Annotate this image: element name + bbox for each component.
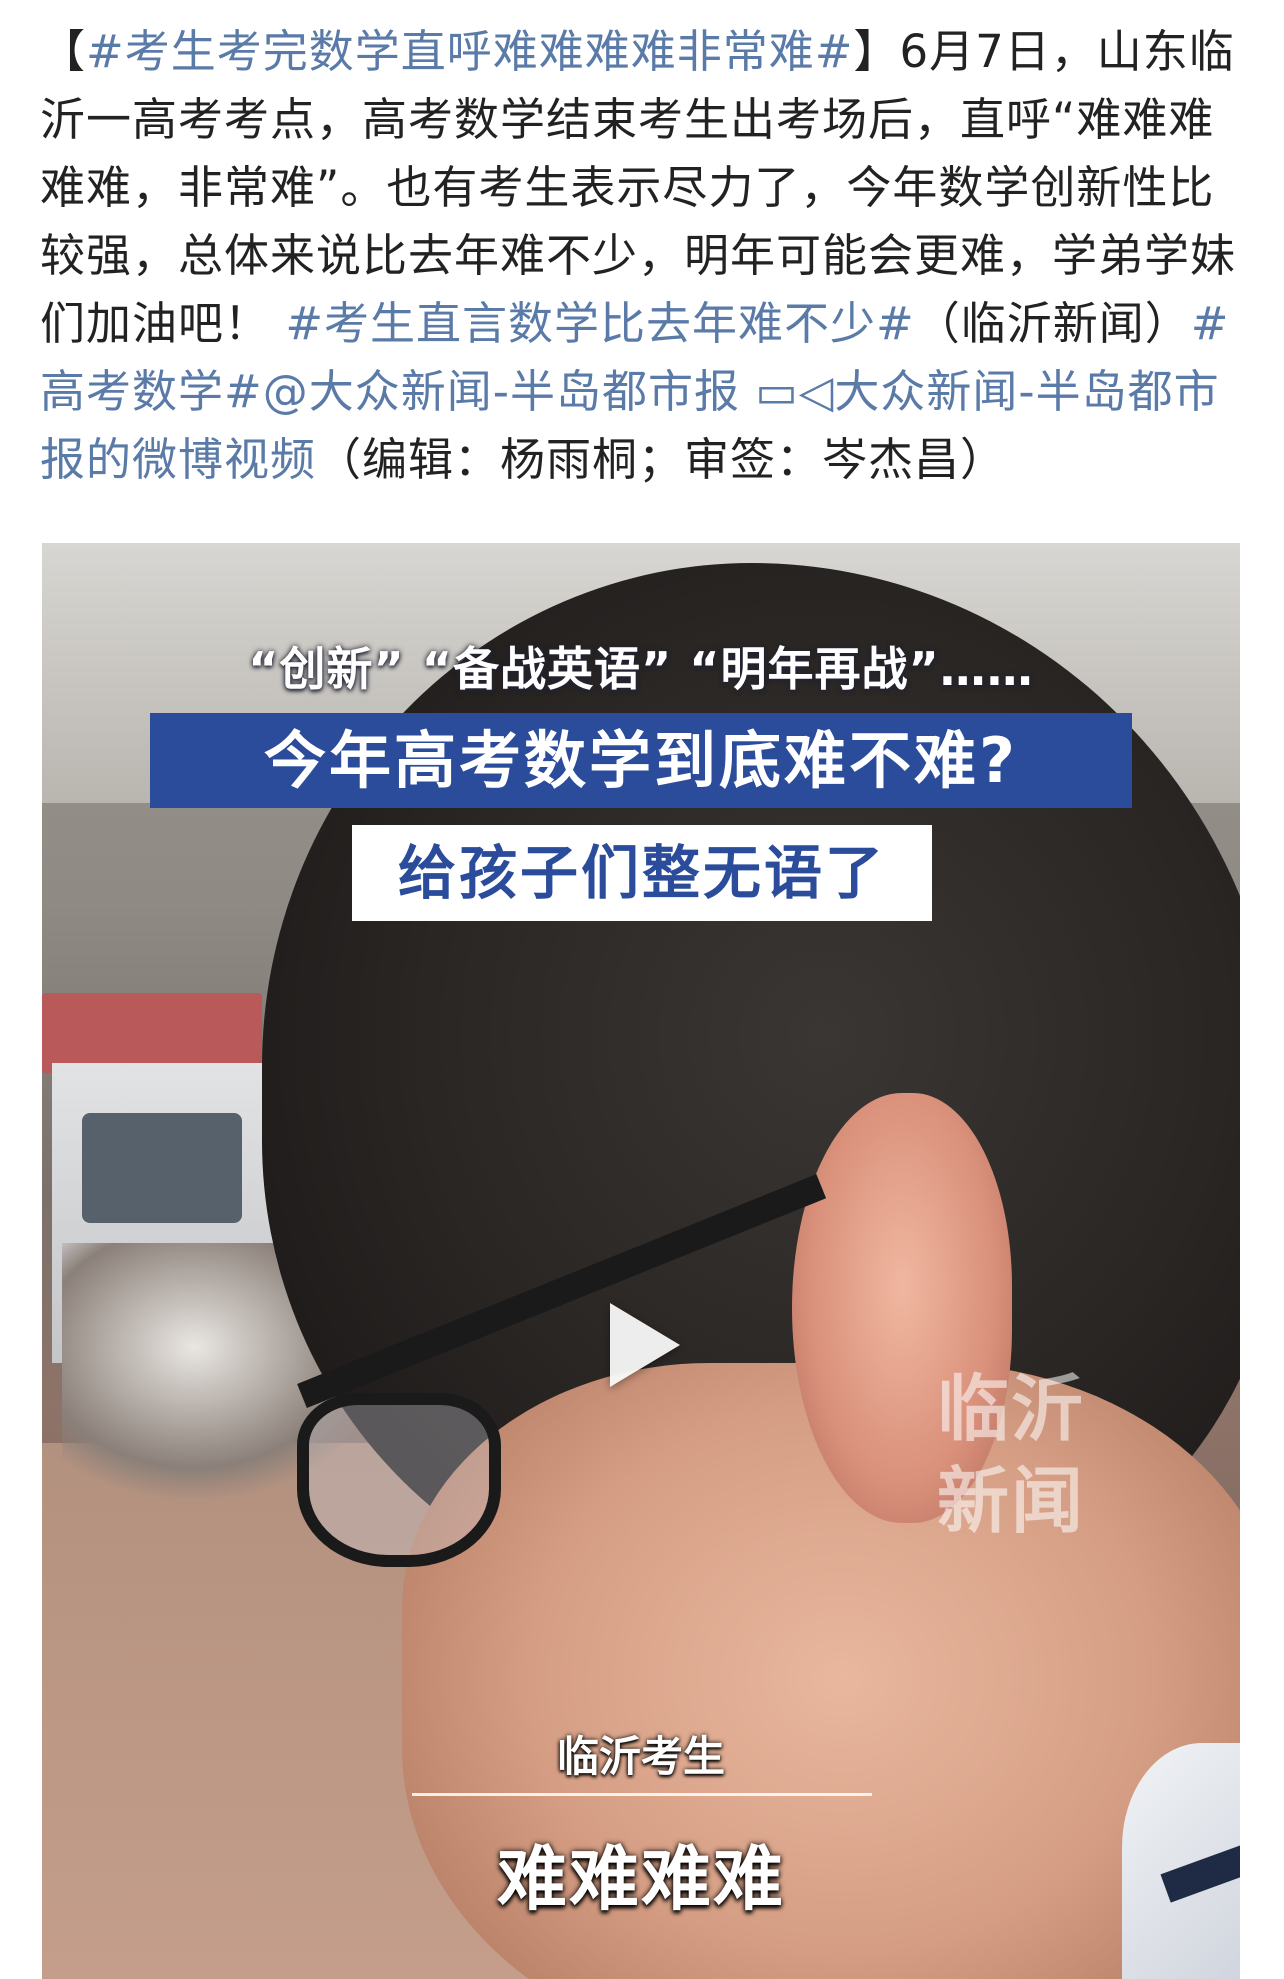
background-awning xyxy=(42,993,262,1073)
video-watermark: 临沂新闻 xyxy=(937,1367,1086,1543)
hashtag-title[interactable]: #考生考完数学直呼难难难难非常难# xyxy=(86,25,853,78)
hashtag-difficulty[interactable]: #考生直言数学比去年难不少# xyxy=(285,297,914,350)
background-truck-window xyxy=(82,1113,242,1223)
source-text: （临沂新闻） xyxy=(914,297,1191,350)
bracket-open: 【 xyxy=(40,25,87,78)
post-text: 【#考生考完数学直呼难难难难非常难#】6月7日，山东临沂一高考考点，高考数学结束… xyxy=(40,18,1250,494)
video-sub-headline: 给孩子们整无语了 xyxy=(352,825,932,921)
editor-note: （编辑：杨雨桐；审签：岑杰昌） xyxy=(316,433,1007,486)
caption-divider xyxy=(412,1793,872,1796)
video-camera-icon[interactable]: ▭◁ xyxy=(755,365,834,418)
bracket-close: 】 xyxy=(853,25,900,78)
mention-link[interactable]: @大众新闻-半岛都市报 xyxy=(263,365,740,418)
video-headline: 今年高考数学到底难不难? xyxy=(150,713,1132,808)
glasses-lens xyxy=(297,1393,501,1567)
video-caption: 难难难难 xyxy=(497,1838,785,1920)
video-quotes-line: “创新” “备战英语” “明年再战”…… xyxy=(248,642,1034,696)
video-speaker-label: 临沂考生 xyxy=(556,1732,725,1781)
video-player[interactable]: “创新” “备战英语” “明年再战”…… 今年高考数学到底难不难? 给孩子们整无… xyxy=(42,543,1240,1979)
play-icon[interactable] xyxy=(610,1303,680,1387)
